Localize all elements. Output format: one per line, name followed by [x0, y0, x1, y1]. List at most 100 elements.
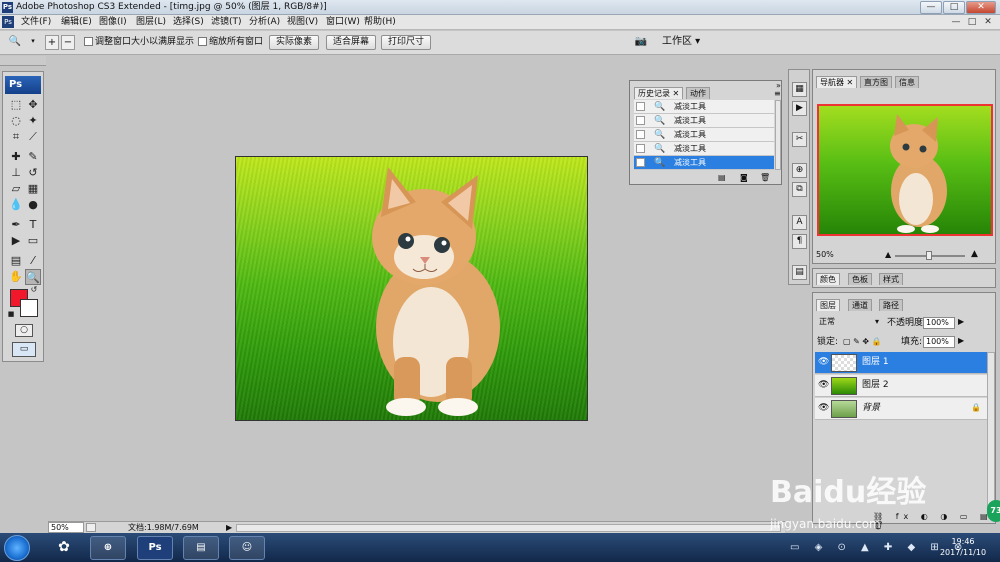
layer-row-selected[interactable]: 👁 图层 1 [815, 352, 987, 374]
zoom-in-icon[interactable]: + [45, 35, 59, 50]
menu-filter[interactable]: 滤镜(T) [208, 15, 245, 30]
screen-mode-icon[interactable]: ▭ [12, 342, 36, 357]
document-icon[interactable]: Ps [2, 16, 14, 28]
bridge-icon[interactable]: 📷 [632, 35, 650, 50]
menu-select[interactable]: 选择(S) [170, 15, 207, 30]
explorer-taskbar-icon[interactable]: ▤ [183, 536, 219, 560]
notes-tool-icon[interactable]: ▤ [8, 253, 24, 269]
status-zoom-field[interactable]: 50% [48, 522, 84, 533]
history-row[interactable]: 🔍 减淡工具 [634, 100, 774, 114]
character-panel-icon[interactable]: A [792, 215, 807, 230]
navigator-zoom-field[interactable]: 50% [816, 250, 846, 260]
menu-file[interactable]: 文件(F) [18, 15, 54, 30]
history-snapshot-checkbox[interactable] [636, 130, 645, 139]
opacity-slider-arrow-icon[interactable]: ▶ [958, 317, 964, 326]
tab-layers[interactable]: 图层 [816, 299, 840, 311]
fit-screen-button[interactable]: 适合屏幕 [326, 35, 377, 50]
menu-analysis[interactable]: 分析(A) [246, 15, 283, 30]
menu-image[interactable]: 图像(I) [96, 15, 130, 30]
history-row[interactable]: 🔍 减淡工具 [634, 128, 774, 142]
navigator-slider-handle[interactable] [926, 251, 932, 260]
document-canvas[interactable] [235, 156, 588, 421]
history-snapshot-checkbox[interactable] [636, 116, 645, 125]
workspace-menu[interactable]: 工作区 ▾ [662, 36, 700, 48]
history-row-selected[interactable]: 🔍 减淡工具 [634, 156, 774, 170]
menu-view[interactable]: 视图(V) [284, 15, 321, 30]
layer-row[interactable]: 👁 图层 2 [815, 375, 987, 397]
lock-icons[interactable]: ▢ ✎ ✥ 🔒 [843, 336, 882, 348]
tab-swatches[interactable]: 色板 [848, 273, 872, 285]
tab-actions[interactable]: 动作 [686, 87, 710, 99]
brushes-panel-icon[interactable]: ▦ [792, 82, 807, 97]
pen-tool-icon[interactable]: ✒ [8, 217, 24, 233]
tab-history[interactable]: 历史记录 ✕ [634, 87, 684, 99]
status-menu-arrow-icon[interactable]: ▶ [226, 523, 232, 532]
gradient-tool-icon[interactable]: ▦ [25, 181, 41, 197]
navigator-preview[interactable] [817, 104, 993, 236]
zoom-out-icon[interactable]: − [61, 35, 75, 50]
browser-taskbar-icon[interactable]: ⊕ [90, 536, 126, 560]
magic-wand-icon[interactable]: ✦ [25, 113, 41, 129]
history-scrollbar[interactable] [775, 100, 781, 170]
zoom-tool-icon[interactable]: 🔍 [25, 269, 41, 285]
visibility-eye-icon[interactable]: 👁 [818, 380, 829, 390]
maximize-button[interactable]: □ [943, 1, 965, 14]
notes-panel-icon[interactable]: ▤ [792, 265, 807, 280]
close-button[interactable]: ✕ [966, 1, 996, 14]
doc-restore-button[interactable]: □ [966, 16, 978, 28]
menu-layer[interactable]: 图层(L) [133, 15, 169, 30]
tool-preset-arrow-icon[interactable]: ▾ [26, 35, 40, 50]
lasso-tool-icon[interactable]: ◌ [8, 113, 24, 129]
tab-histogram[interactable]: 直方图 [860, 76, 892, 88]
history-snapshot-checkbox[interactable] [636, 158, 645, 167]
eraser-tool-icon[interactable]: ▱ [8, 181, 24, 197]
photoshop-taskbar-button[interactable]: Ps [137, 536, 173, 560]
shape-tool-icon[interactable]: ▭ [25, 233, 41, 249]
horizontal-scrollbar[interactable] [236, 524, 781, 532]
history-snapshot-checkbox[interactable] [636, 102, 645, 111]
new-snapshot-icon[interactable]: ◙ [740, 173, 748, 182]
new-document-from-state-icon[interactable]: ▤ [718, 173, 726, 182]
clock[interactable]: 19:46 2017/11/10 [930, 536, 996, 558]
visibility-eye-icon[interactable]: 👁 [818, 403, 829, 413]
background-color-swatch[interactable] [20, 299, 38, 317]
fill-slider-arrow-icon[interactable]: ▶ [958, 336, 964, 345]
tab-navigator[interactable]: 导航器 ✕ [816, 76, 858, 88]
fill-field[interactable]: 100% [923, 336, 955, 348]
clone-source-icon[interactable]: ⊕ [792, 163, 807, 178]
path-select-icon[interactable]: ▶ [8, 233, 24, 249]
dodge-tool-icon[interactable]: ● [25, 197, 41, 213]
healing-brush-icon[interactable]: ✚ [8, 149, 24, 165]
type-tool-icon[interactable]: T [25, 217, 41, 233]
history-brush-icon[interactable]: ↺ [25, 165, 41, 181]
media-app-icon[interactable]: ✿ [46, 536, 82, 560]
visibility-eye-icon[interactable]: 👁 [818, 357, 829, 367]
tools-settings-icon[interactable]: ✂ [792, 132, 807, 147]
history-trash-icon[interactable]: 🗑 [760, 173, 770, 182]
crop-tool-icon[interactable]: ⌗ [8, 129, 24, 145]
opacity-field[interactable]: 100% [923, 317, 955, 329]
resize-windows-checkbox[interactable] [84, 37, 93, 46]
menu-edit[interactable]: 编辑(E) [58, 15, 95, 30]
clone-stamp-icon[interactable]: ⊥ [8, 165, 24, 181]
tab-paths[interactable]: 路径 [879, 299, 903, 311]
actual-pixels-button[interactable]: 实际像素 [269, 35, 320, 50]
layer-comps-icon[interactable]: ⧉ [792, 182, 807, 197]
slice-tool-icon[interactable]: ⟋ [25, 129, 41, 145]
blur-tool-icon[interactable]: 💧 [8, 197, 24, 213]
tool-presets-icon[interactable]: ▶ [792, 101, 807, 116]
marquee-tool-icon[interactable]: ⬚ [8, 97, 24, 113]
default-colors-icon[interactable]: ■ [6, 309, 16, 319]
tab-color[interactable]: 颜色 [816, 273, 840, 285]
history-menu-icon[interactable]: ≡ [774, 89, 781, 98]
zoom-in-mountain-icon[interactable]: ▲ [971, 249, 978, 259]
zoom-tool-icon[interactable]: 🔍 [8, 35, 22, 50]
doc-minimize-button[interactable]: — [950, 16, 962, 28]
tab-channels[interactable]: 通道 [848, 299, 872, 311]
zoom-out-mountain-icon[interactable]: ▲ [885, 250, 891, 259]
hand-tool-icon[interactable]: ✋ [8, 269, 24, 285]
history-row[interactable]: 🔍 减淡工具 [634, 114, 774, 128]
history-row[interactable]: 🔍 减淡工具 [634, 142, 774, 156]
menu-help[interactable]: 帮助(H) [361, 15, 399, 30]
quick-mask-icon[interactable]: ○ [15, 324, 33, 337]
